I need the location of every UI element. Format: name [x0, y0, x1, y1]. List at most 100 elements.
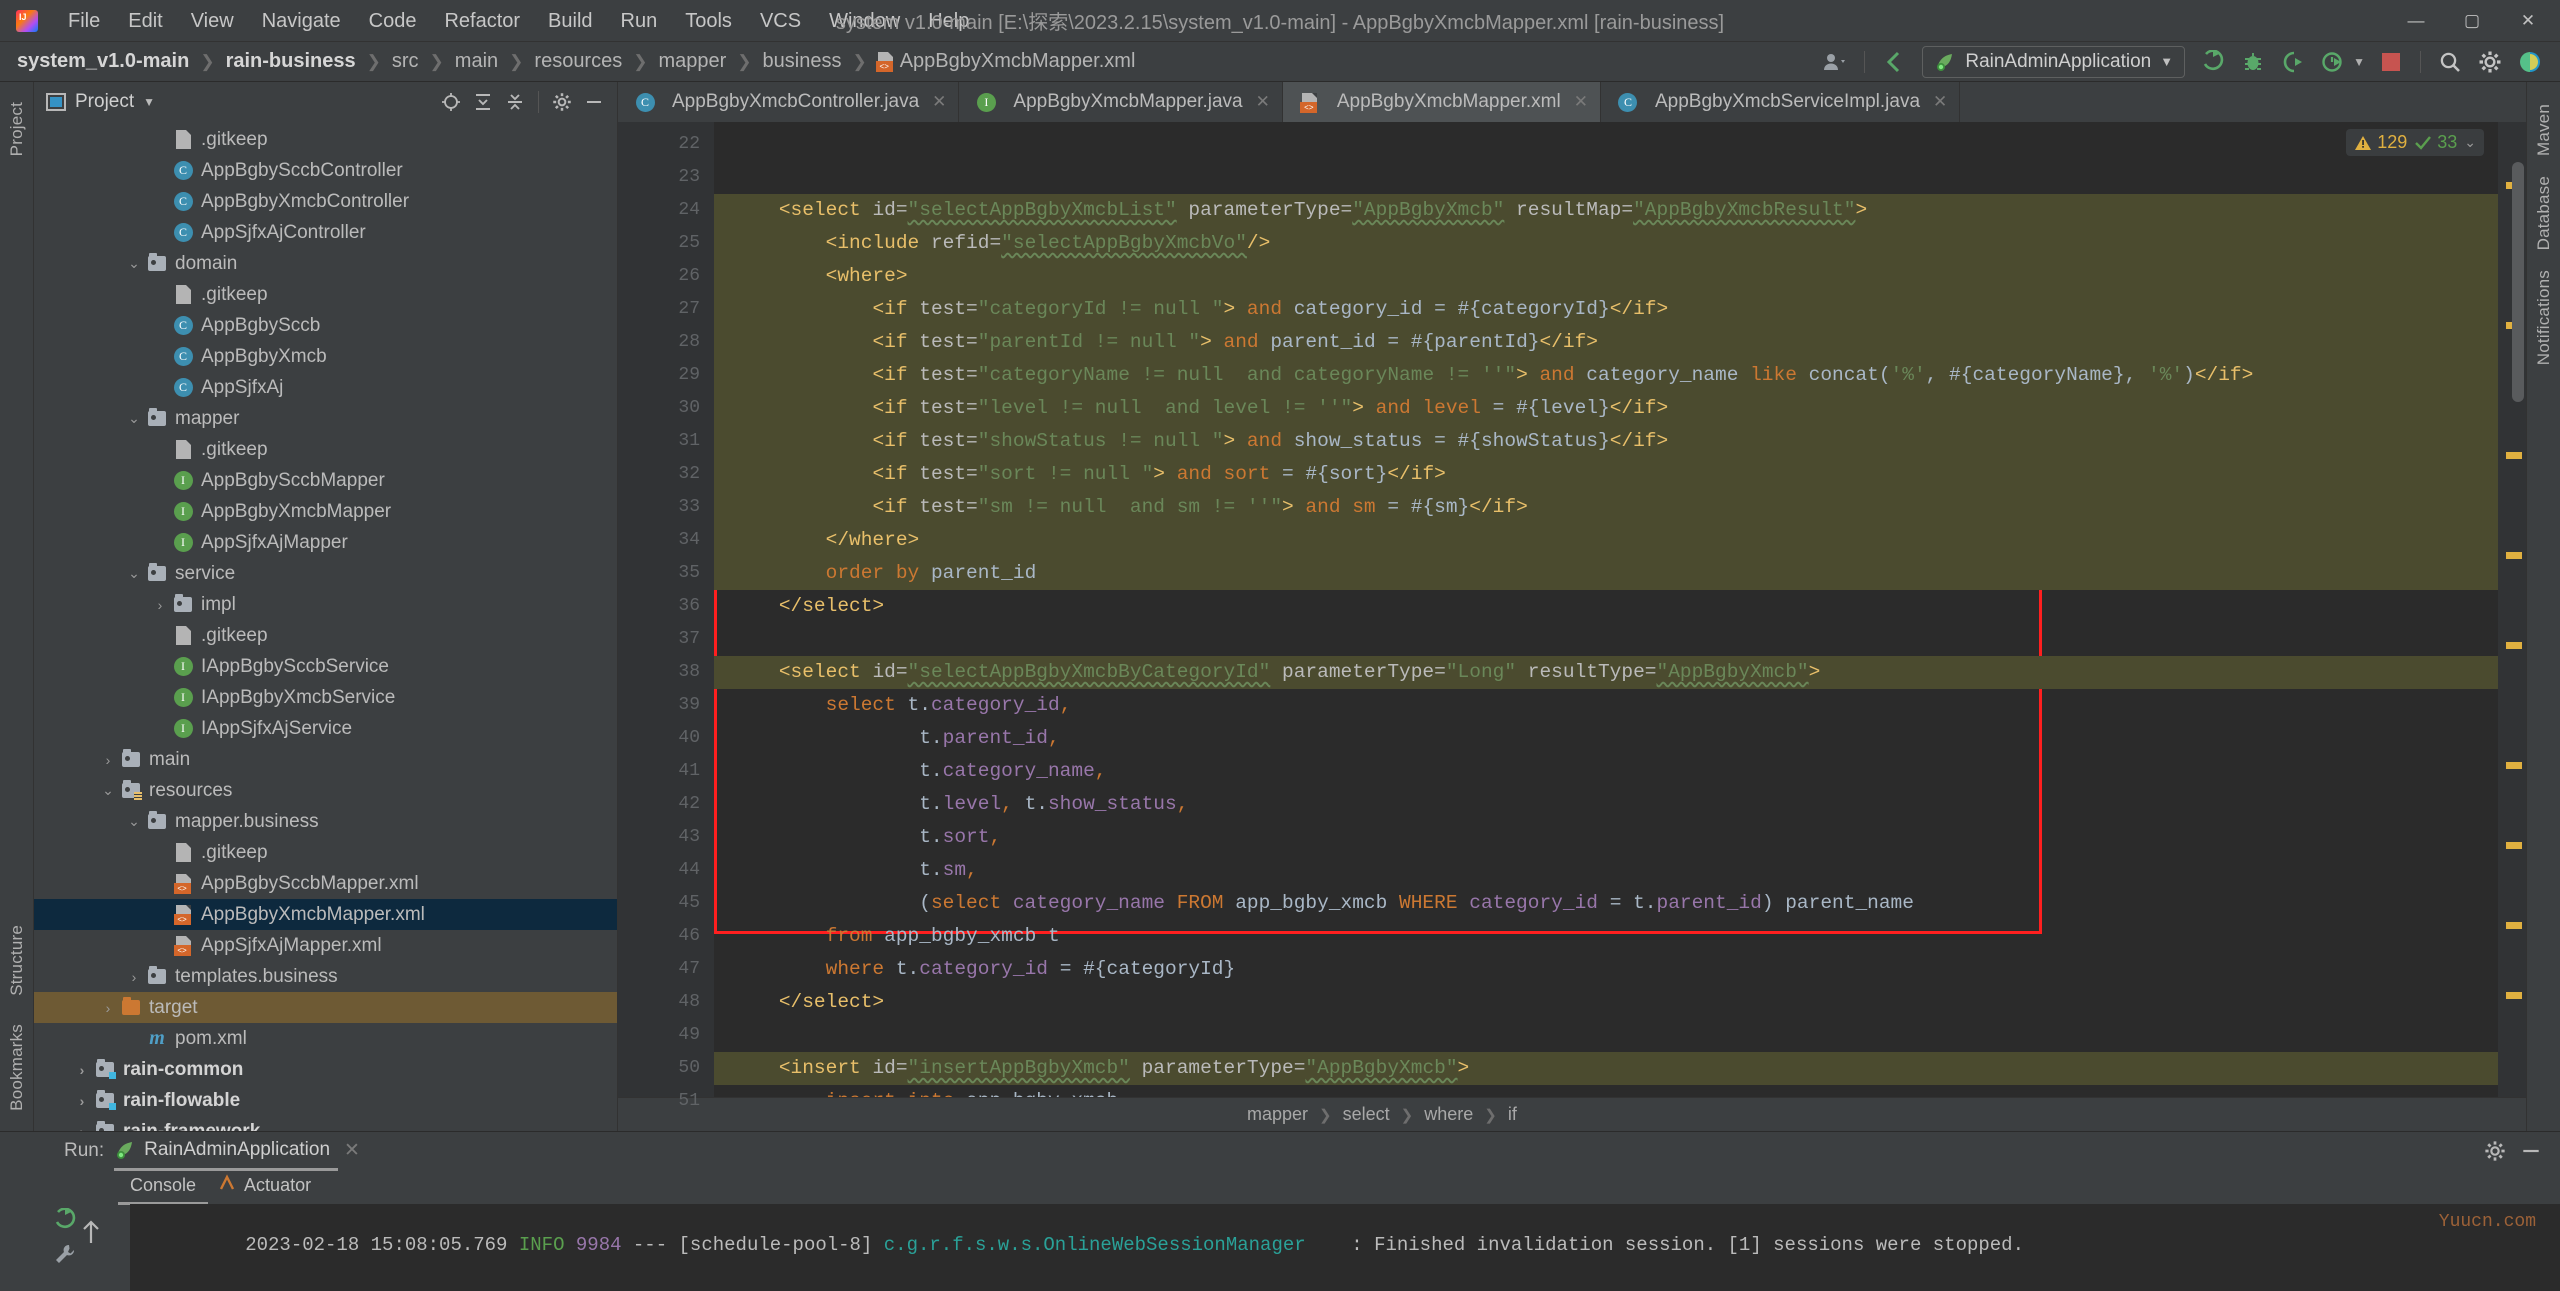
code-line-29[interactable]: <if test="showStatus != null "> and show… [714, 425, 2498, 458]
menu-item-refactor[interactable]: Refactor [430, 6, 534, 36]
gutter-line-44[interactable]: 44 [618, 854, 714, 887]
stop-icon[interactable] [2371, 45, 2411, 79]
code-line-23[interactable]: <include refid="selectAppBgbyXmcbVo"/> [714, 227, 2498, 260]
debug-icon[interactable] [2233, 45, 2273, 79]
code-line-25[interactable]: <if test="categoryId != null "> and cate… [714, 293, 2498, 326]
tree-node-iappbgbyxmcbservice[interactable]: ·I IAppBgbyXmcbService [34, 682, 617, 713]
close-icon[interactable]: ✕ [344, 1139, 360, 1162]
hide-panel-icon[interactable] [2516, 1137, 2546, 1165]
chevron-down-icon[interactable]: ⌄ [124, 410, 144, 427]
close-icon[interactable]: ✕ [932, 92, 946, 112]
gutter-line-30[interactable]: 30 [618, 392, 714, 425]
marker-warning[interactable] [2506, 452, 2522, 459]
tree-node--gitkeep[interactable]: · .gitkeep [34, 620, 617, 651]
gutter-line-36[interactable]: 36 [618, 590, 714, 623]
code-line-42[interactable]: t.sm, [714, 854, 2498, 887]
code-line-27[interactable]: <if test="categoryName != null and categ… [714, 359, 2498, 392]
gutter-line-28[interactable]: 28 [618, 326, 714, 359]
editor-gutter[interactable]: 22 23 24 25 26 27 28 29 30 31 32 33 34 35 36 37 38 39 40 41… [618, 122, 714, 1111]
menu-item-help[interactable]: Help [914, 6, 983, 36]
gutter-line-26[interactable]: 26 [618, 260, 714, 293]
inspection-ok-group[interactable]: 33 [2414, 132, 2457, 153]
code-line-34[interactable]: </select> [714, 590, 2498, 623]
code-line-46[interactable]: </select> [714, 986, 2498, 1019]
menu-item-code[interactable]: Code [355, 6, 431, 36]
gutter-line-42[interactable]: 42 [618, 788, 714, 821]
search-everywhere-icon[interactable] [2430, 45, 2470, 79]
tree-node-mapper[interactable]: ⌄ mapper [34, 403, 617, 434]
tree-node--gitkeep[interactable]: · .gitkeep [34, 279, 617, 310]
tree-node--gitkeep[interactable]: · .gitkeep [34, 837, 617, 868]
tree-node-appbgbyxmcbcontroller[interactable]: ·C AppBgbyXmcbController [34, 186, 617, 217]
tree-node--gitkeep[interactable]: · .gitkeep [34, 434, 617, 465]
menu-item-run[interactable]: Run [607, 6, 672, 36]
editor-tab-appbgbyxmcbserviceimpl-java[interactable]: C AppBgbyXmcbServiceImpl.java ✕ [1601, 82, 1961, 122]
gutter-line-22[interactable]: 22 [618, 128, 714, 161]
marker-warning[interactable] [2506, 842, 2522, 849]
gutter-line-35[interactable]: 35 [618, 557, 714, 590]
update-project-icon[interactable] [1874, 45, 1914, 79]
code-line-22[interactable]: <select id="selectAppBgbyXmcbList" param… [714, 194, 2498, 227]
run-subtab-actuator[interactable]: Actuator [218, 1174, 311, 1200]
code-line-33[interactable]: order by parent_id [714, 557, 2498, 590]
gutter-line-29[interactable]: 29 [618, 359, 714, 392]
editor-scrollbar-thumb[interactable] [2512, 162, 2524, 402]
settings-icon[interactable] [547, 88, 577, 116]
menu-bar[interactable]: File Edit View Navigate Code Refactor Build Run… [54, 6, 983, 36]
gutter-line-43[interactable]: 43 [618, 821, 714, 854]
marker-warning[interactable] [2506, 922, 2522, 929]
gutter-line-40[interactable]: 40 [618, 722, 714, 755]
breadcrumb-item-src[interactable]: src [389, 48, 422, 75]
hide-panel-icon[interactable] [579, 88, 609, 116]
breadcrumb-item-appbgbyxmcbmapper-xml[interactable]: <> AppBgbyXmcbMapper.xml [875, 48, 1139, 75]
marker-warning[interactable] [2506, 552, 2522, 559]
expand-all-icon[interactable] [468, 88, 498, 116]
gutter-line-47[interactable]: 47 [618, 953, 714, 986]
code-line-39[interactable]: t.category_name, [714, 755, 2498, 788]
help-icon[interactable] [2510, 45, 2550, 79]
close-icon[interactable]: ✕ [1933, 92, 1947, 112]
gutter-line-37[interactable]: 37 [618, 623, 714, 656]
breadcrumb-item-resources[interactable]: resources [531, 48, 625, 75]
select-opened-file-icon[interactable] [436, 88, 466, 116]
menu-item-file[interactable]: File [54, 6, 114, 36]
user-avatar-icon[interactable] [1815, 45, 1855, 79]
editor-breadcrumb[interactable]: mapper ❯ select ❯ where ❯ if [618, 1097, 2526, 1131]
gutter-line-48[interactable]: 48 [618, 986, 714, 1019]
menu-item-window[interactable]: Window [815, 6, 914, 36]
chevron-right-icon[interactable]: › [150, 597, 170, 613]
menu-item-edit[interactable]: Edit [114, 6, 176, 36]
code-line-36[interactable]: <select id="selectAppBgbyXmcbByCategoryI… [714, 656, 2498, 689]
marker-warning[interactable] [2506, 992, 2522, 999]
editor-breadcrumb-where[interactable]: where [1421, 1104, 1476, 1125]
run-subtab-bar[interactable]: Console Actuator [0, 1170, 2560, 1205]
close-icon[interactable]: ✕ [1574, 92, 1588, 112]
code-line-41[interactable]: t.sort, [714, 821, 2498, 854]
chevron-down-icon[interactable]: ⌄ [124, 255, 144, 272]
settings-icon[interactable] [2470, 45, 2510, 79]
code-line-49[interactable]: insert into app_bgby_xmcb [714, 1085, 2498, 1097]
run-configuration-selector[interactable]: RainAdminApplication ▼ [1922, 45, 2186, 78]
tree-node-rain-flowable[interactable]: › rain-flowable [34, 1085, 617, 1116]
tree-node-impl[interactable]: › impl [34, 589, 617, 620]
settings-icon[interactable] [2480, 1137, 2510, 1165]
tree-node-pom-xml[interactable]: · m pom.xml [34, 1023, 617, 1054]
minimize-button[interactable]: — [2388, 1, 2444, 41]
rail-item-notifications[interactable]: Notifications [2534, 260, 2554, 375]
chevron-down-icon[interactable]: ⌄ [124, 813, 144, 830]
code-line-45[interactable]: where t.category_id = #{categoryId} [714, 953, 2498, 986]
gutter-line-45[interactable]: 45 [618, 887, 714, 920]
menu-item-build[interactable]: Build [534, 6, 606, 36]
code-editor[interactable]: <select id="selectAppBgbyXmcbList" param… [714, 122, 2498, 1097]
run-subtab-console[interactable]: Console [117, 1175, 209, 1205]
tree-node-rain-framework[interactable]: › rain-framework [34, 1116, 617, 1131]
marker-warning[interactable] [2506, 642, 2522, 649]
inspection-warning-group[interactable]: 129 [2354, 132, 2407, 153]
tree-node-appbgbysccbcontroller[interactable]: ·C AppBgbySccbController [34, 155, 617, 186]
chevron-down-icon[interactable]: ⌄ [124, 565, 144, 582]
gutter-line-49[interactable]: 49 [618, 1019, 714, 1052]
gutter-line-51[interactable]: 51 [618, 1085, 714, 1118]
menu-item-view[interactable]: View [177, 6, 248, 36]
editor-tab-bar[interactable]: C AppBgbyXmcbController.java ✕ I AppBgbyXmcb… [618, 82, 2526, 122]
gutter-line-39[interactable]: 39 [618, 689, 714, 722]
